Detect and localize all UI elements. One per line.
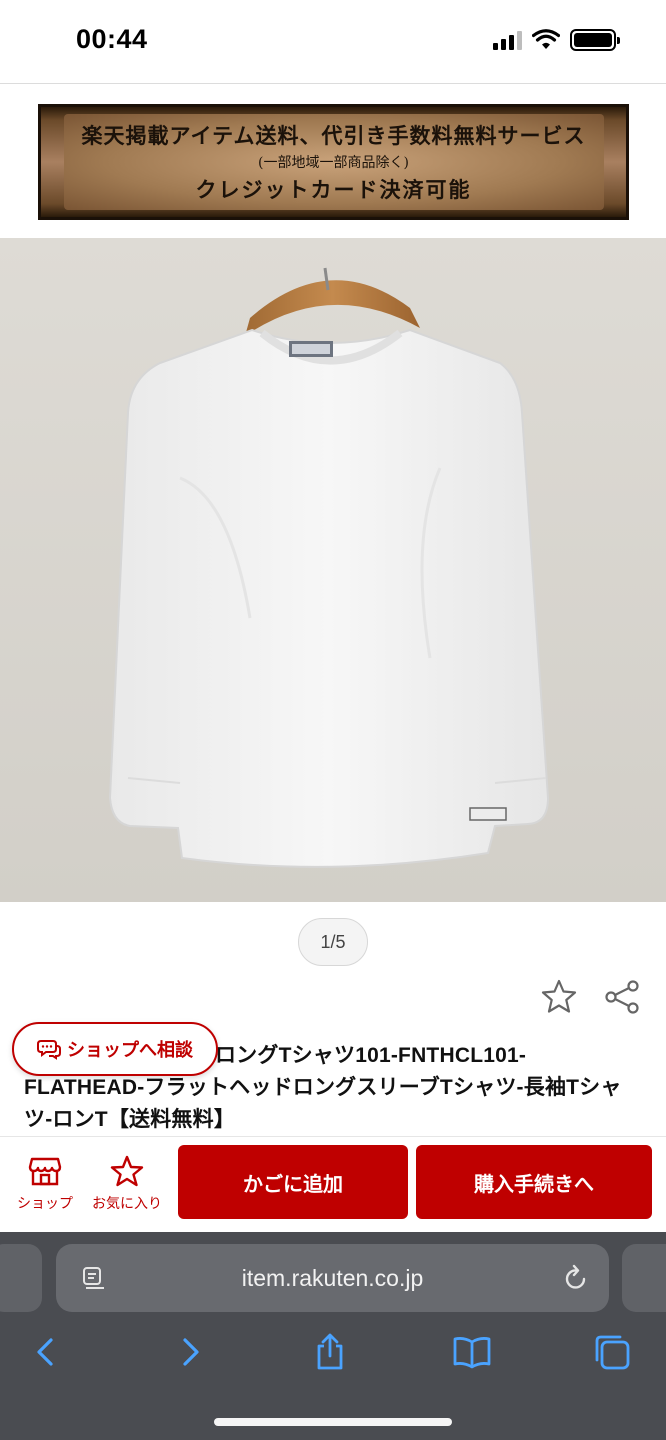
home-indicator [214,1418,452,1426]
browser-chrome: item.rakuten.co.jp [0,1232,666,1440]
status-icons [493,28,620,52]
product-image[interactable] [0,238,666,902]
star-outline-icon[interactable] [540,978,578,1014]
status-bar: 00:44 [0,0,666,84]
status-time: 00:44 [76,24,148,54]
star-outline-icon [110,1155,144,1187]
promo-banner[interactable]: 楽天掲載アイテム送料、代引き手数料無料サービス (一部地域一部商品除く) クレジ… [38,104,629,220]
share-icon[interactable] [604,980,640,1014]
favorite-label: お気に入り [92,1195,162,1211]
url-text: item.rakuten.co.jp [241,1265,424,1291]
bookmarks-icon[interactable] [452,1332,492,1372]
battery-icon [570,29,620,51]
add-to-cart-button[interactable]: かごに追加 [178,1145,408,1219]
reload-icon[interactable] [563,1264,589,1292]
forward-icon[interactable] [170,1332,210,1372]
banner-line-2: (一部地域一部商品除く) [258,155,409,171]
purchase-action-bar: ショップ お気に入り かごに追加 購入手続きへ [0,1136,666,1232]
browser-toolbar [0,1328,666,1384]
shop-button[interactable]: ショップ [0,1155,90,1217]
next-tab-preview[interactable] [622,1244,666,1312]
gallery-pager: 1/5 [298,918,368,966]
shop-label: ショップ [17,1195,73,1211]
tshirt-photo [0,238,666,902]
checkout-button[interactable]: 購入手続きへ [416,1145,652,1219]
banner-line-3: クレジットカード決済可能 [195,177,472,202]
back-icon[interactable] [26,1332,66,1372]
consult-shop-button[interactable]: ショップへ相談 [12,1022,218,1076]
consult-shop-label: ショップへ相談 [67,1040,193,1060]
chat-bubble-icon [37,1040,61,1060]
wifi-icon [532,29,560,49]
address-bar[interactable]: item.rakuten.co.jp [56,1244,609,1312]
share-sheet-icon[interactable] [310,1332,350,1372]
favorite-button[interactable]: お気に入り [82,1155,172,1217]
tabs-icon[interactable] [592,1332,632,1372]
previous-tab-preview[interactable] [0,1244,42,1312]
shop-icon [28,1157,62,1186]
signal-icon [493,30,522,50]
banner-line-1: 楽天掲載アイテム送料、代引き手数料無料サービス [81,123,586,148]
